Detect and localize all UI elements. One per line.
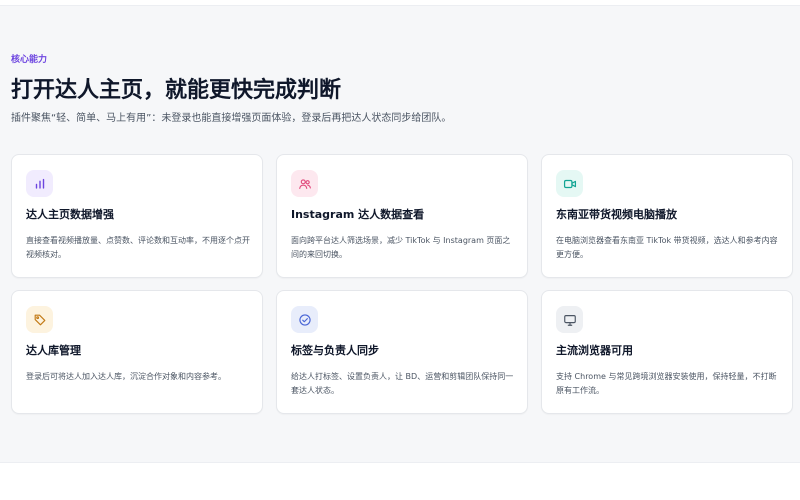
feature-card-title: 东南亚带货视频电脑播放 bbox=[556, 208, 677, 221]
monitor-icon bbox=[556, 306, 583, 333]
feature-card-description: 给达人打标签、设置负责人，让 BD、运营和剪辑团队保持同一套达人状态。 bbox=[291, 372, 514, 395]
feature-card-description: 在电脑浏览器查看东南亚 TikTok 带货视频，选达人和参考内容更方便。 bbox=[556, 236, 778, 259]
core-capabilities-section: 核心能力 打开达人主页，就能更快完成判断 插件聚焦“轻、简单、马上有用”：未登录… bbox=[0, 5, 800, 463]
tag-icon bbox=[26, 306, 53, 333]
feature-card-title: 主流浏览器可用 bbox=[556, 344, 633, 357]
users-icon bbox=[291, 170, 318, 197]
feature-card-title: Instagram 达人数据查看 bbox=[291, 208, 425, 221]
section-title: 打开达人主页，就能更快完成判断 bbox=[11, 78, 342, 103]
section-eyebrow: 核心能力 bbox=[11, 55, 48, 65]
page: 核心能力 打开达人主页，就能更快完成判断 插件聚焦“轻、简单、马上有用”：未登录… bbox=[0, 0, 800, 500]
feature-card-sea-video: 东南亚带货视频电脑播放 在电脑浏览器查看东南亚 TikTok 带货视频，选达人和… bbox=[541, 154, 793, 278]
feature-card-title: 标签与负责人同步 bbox=[291, 344, 379, 357]
feature-card-browser-support: 主流浏览器可用 支持 Chrome 与常见跨境浏览器安装使用，保持轻量，不打断原… bbox=[541, 290, 793, 414]
feature-card-description: 面向跨平台达人筛选场景，减少 TikTok 与 Instagram 页面之间的来… bbox=[291, 236, 511, 259]
feature-card-homepage-data: 达人主页数据增强 直接查看视频播放量、点赞数、评论数和互动率，不用逐个点开视频核… bbox=[11, 154, 263, 278]
feature-card-instagram: Instagram 达人数据查看 面向跨平台达人筛选场景，减少 TikTok 与… bbox=[276, 154, 528, 278]
check-circle-icon bbox=[291, 306, 318, 333]
feature-card-description: 直接查看视频播放量、点赞数、评论数和互动率，不用逐个点开视频核对。 bbox=[26, 236, 250, 259]
section-subtitle: 插件聚焦“轻、简单、马上有用”：未登录也能直接增强页面体验，登录后再把达人状态同… bbox=[11, 113, 452, 124]
feature-card-creator-library: 达人库管理 登录后可将达人加入达人库，沉淀合作对象和内容参考。 bbox=[11, 290, 263, 414]
feature-card-grid: 达人主页数据增强 直接查看视频播放量、点赞数、评论数和互动率，不用逐个点开视频核… bbox=[11, 154, 793, 414]
feature-card-tag-owner-sync: 标签与负责人同步 给达人打标签、设置负责人，让 BD、运营和剪辑团队保持同一套达… bbox=[276, 290, 528, 414]
feature-card-title: 达人库管理 bbox=[26, 344, 81, 357]
feature-card-description: 支持 Chrome 与常见跨境浏览器安装使用，保持轻量，不打断原有工作流。 bbox=[556, 372, 777, 395]
feature-card-description: 登录后可将达人加入达人库，沉淀合作对象和内容参考。 bbox=[26, 372, 226, 381]
feature-card-title: 达人主页数据增强 bbox=[26, 208, 114, 221]
video-camera-icon bbox=[556, 170, 583, 197]
bar-chart-icon bbox=[26, 170, 53, 197]
